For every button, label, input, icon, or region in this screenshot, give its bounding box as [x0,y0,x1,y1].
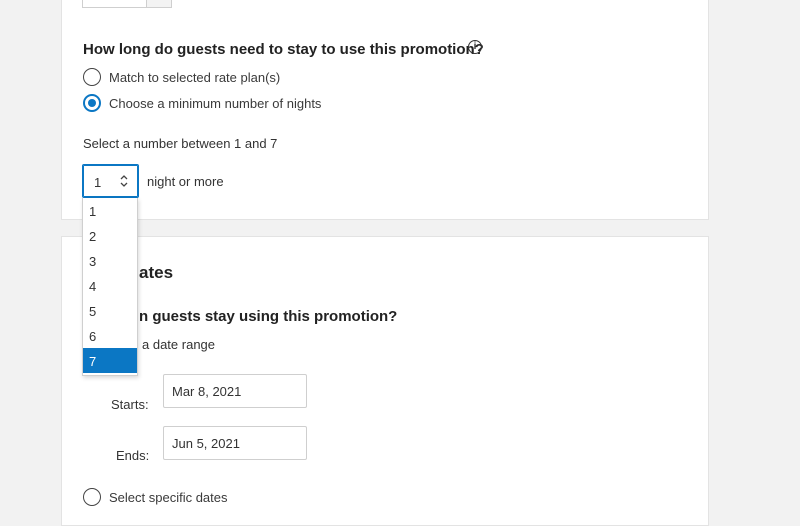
dates-heading: ates [139,263,174,282]
start-date-value: Mar 8, 2021 [172,384,242,399]
info-icon[interactable]: i [468,40,482,54]
range-hint: Select a number between 1 and 7 [83,136,278,151]
start-date-input[interactable]: Mar 8, 2021 [163,374,307,408]
radio-label: Match to selected rate plan(s) [109,69,281,85]
radio-specific-dates[interactable]: Select specific dates [83,488,228,506]
nights-suffix: night or more [147,174,224,189]
radio-button[interactable] [83,68,101,86]
dropdown-option[interactable]: 5 [83,298,137,323]
dropdown-option[interactable]: 6 [83,323,137,348]
dropdown-option[interactable]: 3 [83,248,137,273]
radio-match-rate-plan[interactable]: Match to selected rate plan(s) [83,68,280,86]
dropdown-option[interactable]: 4 [83,273,137,298]
chevron-up-down-icon [119,173,129,189]
dropdown-option[interactable]: 1 [83,198,137,223]
starts-label: Starts: [111,397,149,412]
radio-date-range-label[interactable]: a date range [142,337,215,352]
dropdown-option[interactable]: 2 [83,223,137,248]
previous-input-button[interactable] [146,0,172,8]
dates-question: n guests stay using this promotion? [139,308,398,325]
radio-label: Choose a minimum number of nights [109,95,322,111]
ends-label: Ends: [116,448,150,463]
nights-select[interactable]: 1 [82,164,139,198]
radio-button-checked[interactable] [83,94,101,112]
previous-input-field[interactable] [82,0,150,8]
dropdown-option[interactable]: 7 [83,348,137,373]
stay-length-heading: How long do guests need to stay to use t… [83,41,484,58]
nights-dropdown-list[interactable]: 1234567 [82,198,138,376]
radio-minimum-nights[interactable]: Choose a minimum number of nights [83,94,321,112]
end-date-value: Jun 5, 2021 [172,436,240,451]
end-date-input[interactable]: Jun 5, 2021 [163,426,307,460]
nights-select-value: 1 [94,175,102,190]
radio-label: Select specific dates [109,489,228,505]
radio-button[interactable] [83,488,101,506]
